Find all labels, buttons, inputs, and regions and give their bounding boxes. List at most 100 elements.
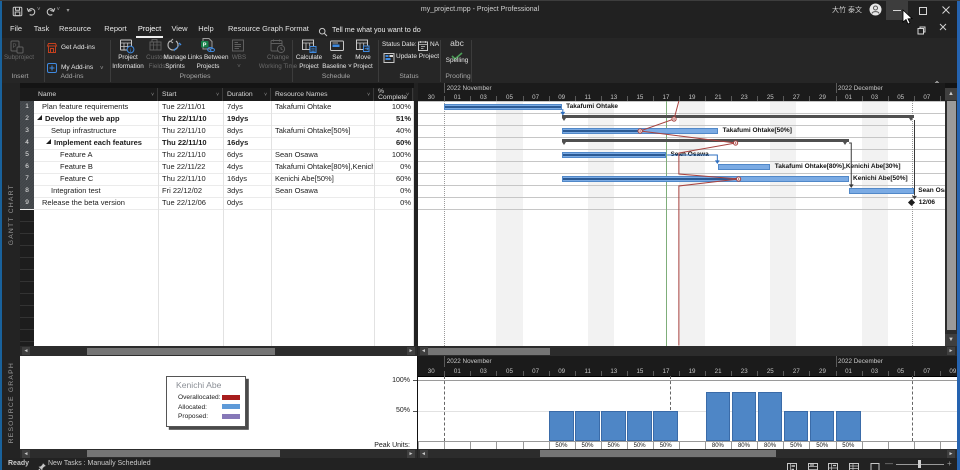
zoom-out-icon[interactable]: — [885,459,893,468]
table-hscrollbar-thumb[interactable] [87,348,275,355]
resource-graph-bar[interactable] [836,411,861,442]
zoom-in-icon[interactable]: + [947,459,952,468]
cell-pct-complete[interactable]: 60% [374,173,411,184]
cell-name[interactable]: Plan feature requirements [34,101,164,112]
pin-icon[interactable] [37,459,47,470]
rg-hscrollbar-thumb[interactable] [540,450,776,457]
view-bar-gantt-chart[interactable]: GANTT CHART [2,83,20,346]
tab-help[interactable]: Help [197,20,215,38]
cell-pct-complete[interactable]: 40% [374,125,411,136]
person-icon[interactable] [869,3,882,21]
column-header--complete[interactable]: %Complete˅ [374,88,413,101]
resource-sheet-view-icon[interactable] [849,460,859,470]
search-input[interactable]: Tell me what you want to do [332,25,421,34]
table-hscrollbar-left-icon[interactable]: ◄ [22,347,30,355]
cell-pct-complete[interactable]: 0% [374,197,411,208]
gantt-milestone-icon[interactable] [908,199,915,206]
cell-resources[interactable]: Sean Osawa [275,185,373,196]
cell-duration[interactable]: 0dys [227,197,269,208]
gantt-hscrollbar-right-icon[interactable]: ► [947,347,955,355]
vscroll-up-icon[interactable]: ▲ [945,88,957,100]
cell-duration[interactable]: 7dys [227,101,269,112]
resource-graph-bar[interactable] [732,392,757,441]
update-project-button[interactable]: Update Project [396,53,439,60]
cell-resources[interactable]: Kenichi Abe[50%] [275,173,373,184]
cell-name[interactable]: Implement each features [34,137,168,148]
resource-graph-bar[interactable] [758,392,783,441]
close-button[interactable] [935,0,957,20]
cell-resources[interactable] [275,197,373,208]
zoom-slider-thumb[interactable] [918,460,921,468]
tab-project[interactable]: Project [136,20,163,38]
gantt-task-bar[interactable] [562,128,718,134]
status-new-tasks[interactable]: New Tasks : Manually Scheduled [48,460,151,467]
tab-report[interactable]: Report [103,20,128,38]
team-planner-view-icon[interactable] [828,460,838,470]
column-header-name[interactable]: Name˅ [34,88,158,101]
tab-resource[interactable]: Resource [59,20,90,38]
resource-graph-bar[interactable] [549,411,574,442]
report-view-icon[interactable] [870,460,880,470]
cell-duration[interactable]: 3dys [227,185,269,196]
tab-task[interactable]: Task [33,20,50,38]
cell-pct-complete[interactable]: 100% [374,101,411,112]
gantt-task-bar[interactable] [718,164,770,170]
cell-pct-complete[interactable]: 0% [374,161,411,172]
cell-duration[interactable]: 8dys [227,125,269,136]
resource-graph-bar[interactable] [575,411,600,442]
cell-name[interactable]: Feature A [34,149,182,160]
cell-start[interactable]: Tue 22/12/06 [162,197,221,208]
cell-resources[interactable] [275,113,373,124]
cell-resources[interactable]: Sean Osawa [275,149,373,160]
gantt-hscrollbar-left-icon[interactable]: ◄ [420,347,428,355]
cell-duration[interactable]: 16dys [227,173,269,184]
update-project-icon[interactable] [383,51,395,69]
column-filter-icon[interactable]: ˅ [264,92,267,98]
cell-duration[interactable]: 6dys [227,149,269,160]
table-hscrollbar-right-icon[interactable]: ► [407,347,415,355]
gantt-view-icon[interactable] [787,460,797,470]
cell-duration[interactable]: 19dys [227,113,269,124]
cell-name[interactable]: Setup infrastructure [34,125,173,136]
cell-start[interactable]: Thu 22/11/10 [162,149,221,160]
gantt-hscrollbar-thumb[interactable] [428,348,550,355]
cell-resources[interactable]: Takafumi Ohtake[80%],Kenichi Abe[30%] [275,161,373,172]
cell-pct-complete[interactable]: 51% [374,113,411,124]
cell-start[interactable]: Thu 22/11/10 [162,125,221,136]
cell-start[interactable]: Thu 22/11/10 [162,137,221,148]
cell-start[interactable]: Thu 22/11/10 [162,173,221,184]
column-filter-icon[interactable]: ˅ [151,92,154,98]
cell-resources[interactable]: Takafumi Ohtake [275,101,373,112]
cell-resources[interactable]: Takafumi Ohtake[50%] [275,125,373,136]
cell-pct-complete[interactable]: 100% [374,149,411,160]
cell-duration[interactable]: 4dys [227,161,269,172]
doc-close-button[interactable] [936,20,950,39]
user-name[interactable]: 大竹 泰文 [832,5,866,15]
vscroll-down-icon[interactable]: ▼ [945,334,957,346]
tab-resource-graph-format[interactable]: Resource Graph Format [228,20,297,38]
cell-resources[interactable] [275,137,373,148]
cell-start[interactable]: Tue 22/11/01 [162,101,221,112]
timescale[interactable]: 2022 November 2022 December3001030507091… [418,356,957,376]
resource-graph-bar[interactable] [627,411,652,442]
cell-start[interactable]: Thu 22/11/10 [162,113,221,124]
restore-icon[interactable] [917,22,926,40]
tab-file[interactable]: File [8,20,24,38]
cell-pct-complete[interactable]: 60% [374,137,411,148]
cell-start[interactable]: Tue 22/11/22 [162,161,221,172]
cell-name[interactable]: Release the beta version [34,197,164,208]
cell-name[interactable]: Develop the web app [34,113,159,124]
cell-pct-complete[interactable]: 0% [374,185,411,196]
column-header-duration[interactable]: Duration˅ [223,88,271,101]
gantt-task-bar[interactable] [444,104,561,110]
collapse-triangle-icon[interactable] [46,139,51,144]
cell-start[interactable]: Fri 22/12/02 [162,185,221,196]
resource-graph-bar[interactable] [601,411,626,442]
cell-name[interactable]: Integration test [34,185,173,196]
collapse-triangle-icon[interactable] [37,115,42,120]
timescale[interactable]: 2022 November 2022 December3001030507091… [418,83,946,101]
gantt-task-bar[interactable] [849,188,914,194]
view-bar-resource-graph[interactable]: RESOURCE GRAPH [2,356,20,450]
column-header-start[interactable]: Start˅ [158,88,223,101]
column-header-resource-names[interactable]: Resource Names˅ [271,88,374,101]
